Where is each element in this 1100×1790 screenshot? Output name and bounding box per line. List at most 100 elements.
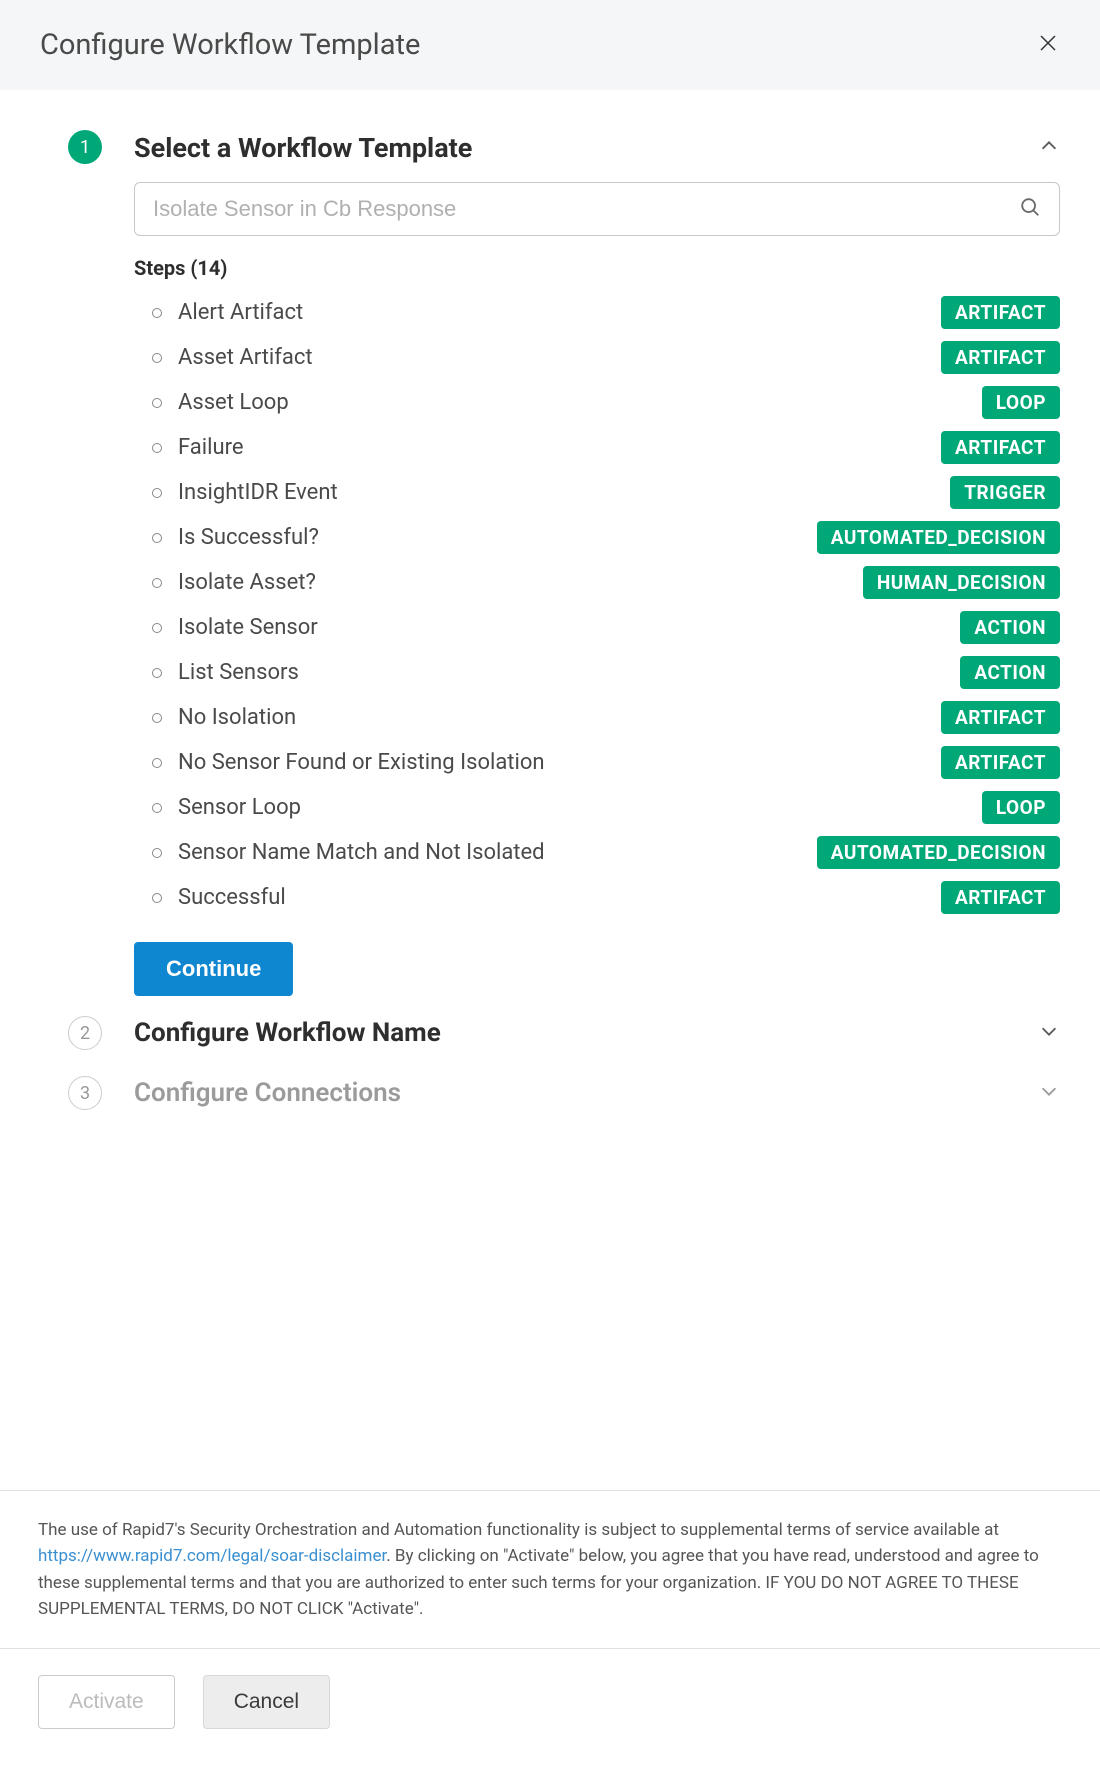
step-number-3: 3 [68,1076,102,1110]
step-item-left: List Sensors [152,660,299,685]
step-item-left: Asset Artifact [152,345,313,370]
step-item: Asset Artifact ARTIFACT [134,335,1060,380]
step-item: Isolate SensorACTION [134,605,1060,650]
step-item: No Isolation ARTIFACT [134,695,1060,740]
step-item-left: Failure [152,435,244,460]
template-search-input[interactable] [153,196,1019,222]
template-search-box[interactable] [134,182,1060,236]
step-item-left: Sensor Loop [152,795,301,820]
step-type-badge: LOOP [982,386,1060,419]
cancel-button[interactable]: Cancel [203,1675,330,1729]
bullet-icon [152,443,162,453]
step-item: Failure ARTIFACT [134,425,1060,470]
step-item-name: Sensor Loop [178,795,301,820]
step-item-name: Alert Artifact [178,300,303,325]
dialog-header: Configure Workflow Template [0,0,1100,90]
wizard-step-2: 2 Configure Workflow Name [60,1016,1060,1076]
step-type-badge: ARTIFACT [941,296,1060,329]
step-title: Configure Connections [134,1078,401,1108]
step-item-name: Sensor Name Match and Not Isolated [178,840,545,865]
step-item-left: Sensor Name Match and Not Isolated [152,840,545,865]
bullet-icon [152,578,162,588]
step-item-name: List Sensors [178,660,299,685]
disclaimer-text: The use of Rapid7's Security Orchestrati… [38,1517,1062,1622]
action-bar: Activate Cancel [0,1649,1100,1769]
step-type-badge: TRIGGER [950,476,1060,509]
step-type-badge: ARTIFACT [941,341,1060,374]
bullet-icon [152,533,162,543]
step-type-badge: AUTOMATED_DECISION [817,836,1060,869]
step-item: No Sensor Found or Existing Isolation ART… [134,740,1060,785]
wizard-step-1: 1 Select a Workflow Template Steps (14) … [60,130,1060,1016]
step-number-1: 1 [68,130,102,164]
step-type-badge: ARTIFACT [941,746,1060,779]
step-type-badge: LOOP [982,791,1060,824]
bullet-icon [152,803,162,813]
step-item-name: Failure [178,435,244,460]
bullet-icon [152,308,162,318]
chevron-up-icon [1038,135,1060,161]
step-item: Sensor Name Match and Not Isolated AUTOMA… [134,830,1060,875]
step-item: Is Successful? AUTOMATED_DECISION [134,515,1060,560]
step-type-badge: ARTIFACT [941,881,1060,914]
bullet-icon [152,713,162,723]
step-item: List Sensors ACTION [134,650,1060,695]
steps-count-label: Steps (14) [134,256,1060,280]
step-type-badge: ARTIFACT [941,431,1060,464]
bullet-icon [152,848,162,858]
step-indicator-col: 2 [60,1016,110,1050]
step-item-left: InsightIDR Event [152,480,338,505]
chevron-down-icon [1038,1020,1060,1046]
step-item-name: No Sensor Found or Existing Isolation [178,750,545,775]
step-item-name: Successful [178,885,286,910]
step-type-badge: ARTIFACT [941,701,1060,734]
bullet-icon [152,623,162,633]
wizard-content: 1 Select a Workflow Template Steps (14) … [0,90,1100,1150]
bullet-icon [152,353,162,363]
close-icon[interactable] [1036,31,1060,59]
step-number-2: 2 [68,1016,102,1050]
bullet-icon [152,488,162,498]
wizard-step-3: 3 Configure Connections [60,1076,1060,1110]
step-type-badge: ACTION [960,656,1060,689]
continue-button[interactable]: Continue [134,942,293,996]
steps-list: Alert Artifact ARTIFACT Asset Artifact ARTI… [134,290,1060,920]
step-header[interactable]: Select a Workflow Template [134,130,1060,164]
step-item-name: Asset Artifact [178,345,313,370]
step-type-badge: AUTOMATED_DECISION [817,521,1060,554]
bullet-icon [152,668,162,678]
disclaimer-link[interactable]: https://www.rapid7.com/legal/soar-discla… [38,1546,386,1566]
step-item-left: No Sensor Found or Existing Isolation [152,750,545,775]
step-item-left: Successful [152,885,286,910]
step-item-left: Asset Loop [152,390,289,415]
step-item-left: Isolate Asset? [152,570,316,595]
step-item-left: Alert Artifact [152,300,303,325]
step-type-badge: HUMAN_DECISION [863,566,1060,599]
step-item-name: Isolate Asset? [178,570,316,595]
step-item-name: Asset Loop [178,390,289,415]
activate-button[interactable]: Activate [38,1675,175,1729]
spacer [0,1150,1100,1490]
step-indicator-col: 1 [60,130,110,164]
step-title: Configure Workflow Name [134,1018,441,1048]
step-item: Successful ARTIFACT [134,875,1060,920]
step-item-name: No Isolation [178,705,296,730]
step-item-name: Is Successful? [178,525,319,550]
disclaimer-section: The use of Rapid7's Security Orchestrati… [0,1490,1100,1649]
step-item: Alert Artifact ARTIFACT [134,290,1060,335]
bullet-icon [152,398,162,408]
step-title: Select a Workflow Template [134,132,472,164]
step-item: InsightIDR Event TRIGGER [134,470,1060,515]
disclaimer-prefix: The use of Rapid7's Security Orchestrati… [38,1520,999,1540]
step-item-left: No Isolation [152,705,296,730]
dialog-title: Configure Workflow Template [40,28,420,62]
step-item: Asset Loop LOOP [134,380,1060,425]
step-type-badge: ACTION [960,611,1060,644]
step-header[interactable]: Configure Connections [134,1076,1060,1108]
step-indicator-col: 3 [60,1076,110,1110]
step-item-left: Is Successful? [152,525,319,550]
step-header[interactable]: Configure Workflow Name [134,1016,1060,1048]
step-item-name: InsightIDR Event [178,480,338,505]
chevron-down-icon [1038,1080,1060,1106]
bullet-icon [152,758,162,768]
